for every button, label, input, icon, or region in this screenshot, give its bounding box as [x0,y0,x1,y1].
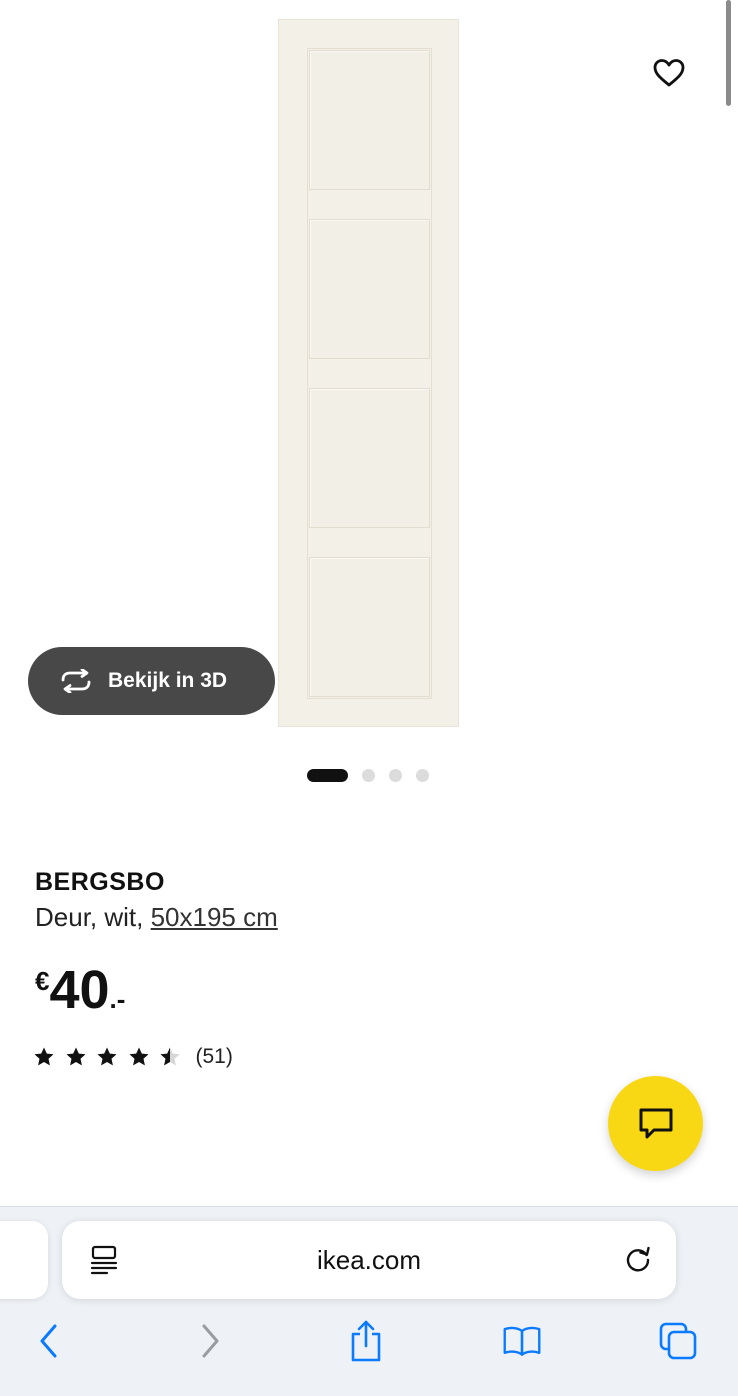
product-rating[interactable]: (51) [33,1045,233,1069]
star-full-icon [66,1047,85,1066]
product-type: Deur, wit, [35,902,151,932]
gallery-dot[interactable] [389,769,402,782]
chevron-left-icon [40,1324,57,1358]
share-icon [351,1320,381,1362]
gallery-pagination [307,769,429,782]
door-panel [309,50,430,190]
chevron-right-icon [202,1324,219,1358]
back-button[interactable] [29,1321,69,1361]
rating-stars [33,1046,191,1068]
view-in-3d-label: Bekijk in 3D [108,669,228,692]
browser-chrome: ikea.com [0,1206,738,1396]
share-button[interactable] [346,1320,386,1362]
browser-toolbar [0,1311,738,1371]
view-in-3d-button[interactable]: Bekijk in 3D [28,647,275,715]
chat-bubble-icon [639,1108,672,1138]
url-text: ikea.com [316,1244,422,1275]
star-full-icon [97,1047,117,1066]
product-price: € 40 .- [35,958,125,1022]
gallery-dot[interactable] [362,769,375,782]
tabs-button[interactable] [658,1321,698,1361]
forward-button[interactable] [190,1321,230,1361]
reader-mode-icon[interactable] [90,1245,118,1275]
product-size-link[interactable]: 50x195 cm [151,902,278,932]
product-description: Deur, wit, 50x195 cm [35,902,278,933]
bookmarks-button[interactable] [502,1321,542,1361]
rotate-arrows-icon [61,669,91,693]
star-half-icon [160,1047,180,1066]
gallery-dot-active[interactable] [307,769,348,782]
previous-tab-preview[interactable] [0,1221,48,1299]
door-panel [309,557,430,697]
product-name: BERGSBO [35,868,165,896]
favorite-button[interactable] [636,40,702,106]
tabs-icon [659,1322,697,1360]
open-book-icon [503,1326,541,1356]
address-bar[interactable]: ikea.com [62,1221,676,1299]
star-full-icon [34,1047,54,1066]
product-image-gallery[interactable] [0,0,738,745]
price-value: 40 [49,960,110,1020]
heart-outline-icon [653,59,685,87]
price-currency: € [35,966,50,996]
reload-icon[interactable] [623,1245,653,1275]
rating-count: (51) [195,1045,233,1068]
chat-button[interactable] [608,1076,703,1171]
price-suffix: .- [109,984,126,1014]
door-panel [309,388,430,528]
gallery-dot[interactable] [416,769,429,782]
product-image-door [278,19,459,727]
door-panel [309,219,430,359]
star-full-icon [129,1047,148,1066]
